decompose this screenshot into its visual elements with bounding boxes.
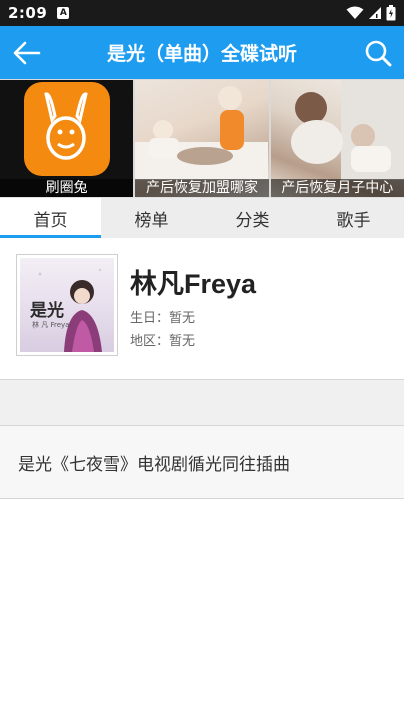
wifi-icon: [346, 6, 364, 19]
tab-singers[interactable]: 歌手: [303, 198, 404, 238]
status-time: 2:09: [8, 4, 48, 22]
artist-card: 是光 林 凡 Freya 林凡Freya 生日：暂无 地区：暂无: [0, 238, 404, 360]
section-gap: [0, 380, 404, 425]
search-icon: [365, 40, 392, 67]
tab-bar: 首页 榜单 分类 歌手: [0, 197, 404, 238]
album-cover[interactable]: 是光 林 凡 Freya: [16, 254, 118, 356]
banner-ad-2[interactable]: 产后恢复加盟哪家: [135, 80, 269, 197]
banner-ad-1[interactable]: 刷圈兔: [0, 80, 134, 197]
banner-strip: 刷圈兔 产后恢复加盟哪家 产后恢复月子中心: [0, 79, 404, 197]
artist-birthday: 生日：暂无: [130, 311, 196, 326]
song-description: 是光《七夜雪》电视剧循光同往插曲: [0, 426, 404, 498]
app-bar: 是光（单曲）全碟试听: [0, 26, 404, 79]
banner-caption: 产后恢复加盟哪家: [135, 179, 269, 197]
album-cover-text: 是光: [30, 301, 64, 321]
page-title: 是光（单曲）全碟试听: [106, 43, 297, 65]
back-button[interactable]: [12, 38, 42, 68]
artist-region: 地区：暂无: [130, 334, 196, 349]
banner-ad-3[interactable]: 产后恢复月子中心: [270, 80, 404, 197]
album-cover-caption: 林 凡 Freya: [32, 321, 70, 329]
divider: [0, 498, 404, 499]
artist-name: 林凡Freya: [130, 269, 257, 299]
tab-home[interactable]: 首页: [0, 198, 101, 238]
banner-caption: 刷圈兔: [0, 179, 134, 197]
back-arrow-icon: [13, 41, 41, 65]
notification-icon: A: [57, 7, 70, 19]
tab-charts[interactable]: 榜单: [101, 198, 202, 238]
banner-photo-3: [290, 80, 404, 180]
banner-caption: 产后恢复月子中心: [270, 179, 404, 197]
tab-categories[interactable]: 分类: [202, 198, 303, 238]
search-button[interactable]: [362, 37, 394, 69]
banner-photo-2: [135, 86, 269, 180]
rabbit-app-logo: [24, 82, 110, 176]
battery-icon: [386, 5, 396, 21]
signal-icon: [369, 7, 381, 19]
status-bar: 2:09 A: [0, 0, 404, 26]
